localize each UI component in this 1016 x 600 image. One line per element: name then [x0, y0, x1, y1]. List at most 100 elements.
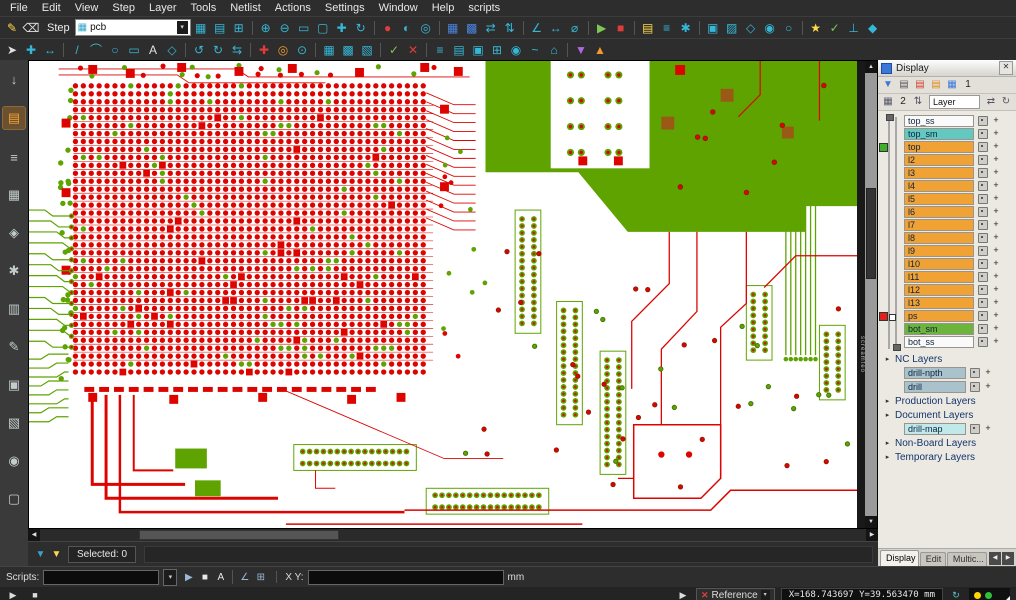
- layer-add-icon[interactable]: +: [992, 194, 1000, 203]
- layer-add-icon[interactable]: +: [992, 142, 1000, 151]
- layer-add-icon[interactable]: +: [992, 337, 1000, 346]
- layer-lock-icon[interactable]: [978, 311, 988, 321]
- layer-filter-select[interactable]: Layer: [929, 95, 980, 109]
- layer-add-icon[interactable]: +: [992, 116, 1000, 125]
- scroll-right-icon[interactable]: ▶: [866, 529, 878, 541]
- verify-icon[interactable]: ✓: [385, 41, 403, 59]
- layer-lock-icon[interactable]: [978, 324, 988, 334]
- layer-name[interactable]: l13: [904, 297, 974, 309]
- outline-mode-icon[interactable]: ◇: [742, 19, 760, 37]
- layer-name[interactable]: l2: [904, 154, 974, 166]
- layers-all-icon[interactable]: ▤: [897, 78, 911, 92]
- layer-lock-icon[interactable]: [978, 272, 988, 282]
- pad-editor-icon[interactable]: ◉: [761, 19, 779, 37]
- layer-add-icon[interactable]: +: [992, 311, 1000, 320]
- layer-lock-icon[interactable]: [978, 155, 988, 165]
- layer-add-icon[interactable]: +: [992, 220, 1000, 229]
- layer-add-icon[interactable]: +: [984, 424, 992, 433]
- layer-row-ps[interactable]: ps+: [904, 309, 1014, 322]
- layer-lock-icon[interactable]: [978, 337, 988, 347]
- side-slider-handle-bottom[interactable]: [893, 344, 901, 351]
- panel-tab-display[interactable]: Display: [880, 550, 919, 566]
- font-icon[interactable]: A: [213, 570, 228, 585]
- drc-check-icon[interactable]: ✓: [826, 19, 844, 37]
- trace-tool-icon[interactable]: ~: [526, 41, 544, 59]
- canvas-area[interactable]: screamteo ▲ ▼: [28, 60, 878, 529]
- expand-icon[interactable]: ▸: [884, 355, 891, 363]
- top-side-indicator[interactable]: [879, 143, 888, 152]
- measure-angle-icon[interactable]: ∠: [528, 19, 546, 37]
- measure-xy-icon[interactable]: ∠: [237, 570, 252, 585]
- reference-caret-icon[interactable]: ▾: [761, 590, 770, 600]
- layer-name[interactable]: l4: [904, 180, 974, 192]
- single-layer-badge[interactable]: 1: [961, 78, 975, 92]
- step-caret-icon[interactable]: ▾: [177, 21, 188, 34]
- measure-diameter-icon[interactable]: ⌀: [566, 19, 584, 37]
- layer-name[interactable]: bot_sm: [904, 323, 974, 335]
- menu-step[interactable]: Step: [106, 1, 141, 15]
- scroll-down-icon[interactable]: ▼: [865, 516, 877, 528]
- layer-row-l13[interactable]: l13+: [904, 296, 1014, 309]
- menu-layer[interactable]: Layer: [143, 1, 183, 15]
- tab-scroll-right-icon[interactable]: ▶: [1002, 552, 1014, 565]
- layer-name[interactable]: bot_ss: [904, 336, 974, 348]
- toggle-contrast-icon[interactable]: ◐: [398, 19, 416, 37]
- stackup-icon[interactable]: ≡: [3, 146, 25, 168]
- menu-edit[interactable]: Edit: [36, 1, 67, 15]
- layer-name[interactable]: l3: [904, 167, 974, 179]
- marker-icon[interactable]: ▼: [572, 41, 590, 59]
- text-tool-icon[interactable]: A: [144, 41, 162, 59]
- filter-edit-icon[interactable]: ▼: [49, 547, 64, 562]
- layers-orange-icon[interactable]: ▤: [929, 78, 943, 92]
- line-tool-icon[interactable]: /: [68, 41, 86, 59]
- menu-tools[interactable]: Tools: [185, 1, 223, 15]
- layer-lock-icon[interactable]: [970, 368, 980, 378]
- layer-add-icon[interactable]: +: [992, 129, 1000, 138]
- zoom-out-icon[interactable]: ⊖: [276, 19, 294, 37]
- layer-name[interactable]: l7: [904, 219, 974, 231]
- layer-row-l9[interactable]: l9+: [904, 244, 1014, 257]
- capture-icon[interactable]: ▣: [704, 19, 722, 37]
- layer-row-bot_sm[interactable]: bot_sm+: [904, 322, 1014, 335]
- layer-lock-icon[interactable]: [978, 246, 988, 256]
- tab-scroll-left-icon[interactable]: ◀: [989, 552, 1001, 565]
- layer-add-icon[interactable]: +: [992, 155, 1000, 164]
- menu-scripts[interactable]: scripts: [462, 1, 506, 15]
- section-production-layers[interactable]: ▸Production Layers: [884, 394, 1014, 408]
- stop-icon[interactable]: ■: [28, 590, 42, 600]
- side-slider-handle-top[interactable]: [886, 114, 894, 121]
- snap-xy-icon[interactable]: ⊞: [253, 570, 268, 585]
- reference-play-icon[interactable]: ▶: [676, 590, 690, 600]
- menu-settings[interactable]: Settings: [319, 1, 371, 15]
- layer-row-drill-npth[interactable]: drill-npth+: [904, 366, 1014, 379]
- flip-board-icon[interactable]: ⇅: [501, 19, 519, 37]
- vertical-scrollbar[interactable]: ▲ ▼: [865, 61, 877, 528]
- hatch-view-icon[interactable]: ▨: [723, 19, 741, 37]
- layer-row-drill[interactable]: drill+: [904, 380, 1014, 393]
- layer-add-icon[interactable]: +: [992, 181, 1000, 190]
- layer-row-l4[interactable]: l4 +: [904, 179, 1014, 192]
- layer-lock-icon[interactable]: [978, 168, 988, 178]
- swap-side-icon[interactable]: ⇄: [984, 95, 998, 109]
- clear-highlight-icon[interactable]: ●: [379, 19, 397, 37]
- layer-name[interactable]: l9: [904, 245, 974, 257]
- reference-clear-icon[interactable]: ✕: [701, 590, 709, 600]
- horizontal-scroll-track[interactable]: [40, 529, 866, 541]
- layer-row-top[interactable]: top+: [904, 140, 1014, 153]
- zoom-fit-icon[interactable]: ▭: [295, 19, 313, 37]
- layer-row-bot_ss[interactable]: bot_ss +: [904, 335, 1014, 348]
- redraw-icon[interactable]: ↻: [352, 19, 370, 37]
- info-icon[interactable]: ◆: [864, 19, 882, 37]
- open-step-icon[interactable]: ▦: [192, 19, 210, 37]
- library-icon[interactable]: ▥: [3, 298, 25, 320]
- layer-lock-icon[interactable]: [978, 285, 988, 295]
- layer-row-l8[interactable]: l8+: [904, 231, 1014, 244]
- layer-add-icon[interactable]: +: [992, 207, 1000, 216]
- origin-icon[interactable]: ◎: [417, 19, 435, 37]
- layer-row-l3[interactable]: l3+: [904, 166, 1014, 179]
- menu-actions[interactable]: Actions: [269, 1, 317, 15]
- layer-lock-icon[interactable]: [978, 129, 988, 139]
- horizontal-scrollbar[interactable]: ◀ ▶: [28, 529, 878, 541]
- move-icon[interactable]: ✚: [22, 41, 40, 59]
- zoom-window-icon[interactable]: ▢: [314, 19, 332, 37]
